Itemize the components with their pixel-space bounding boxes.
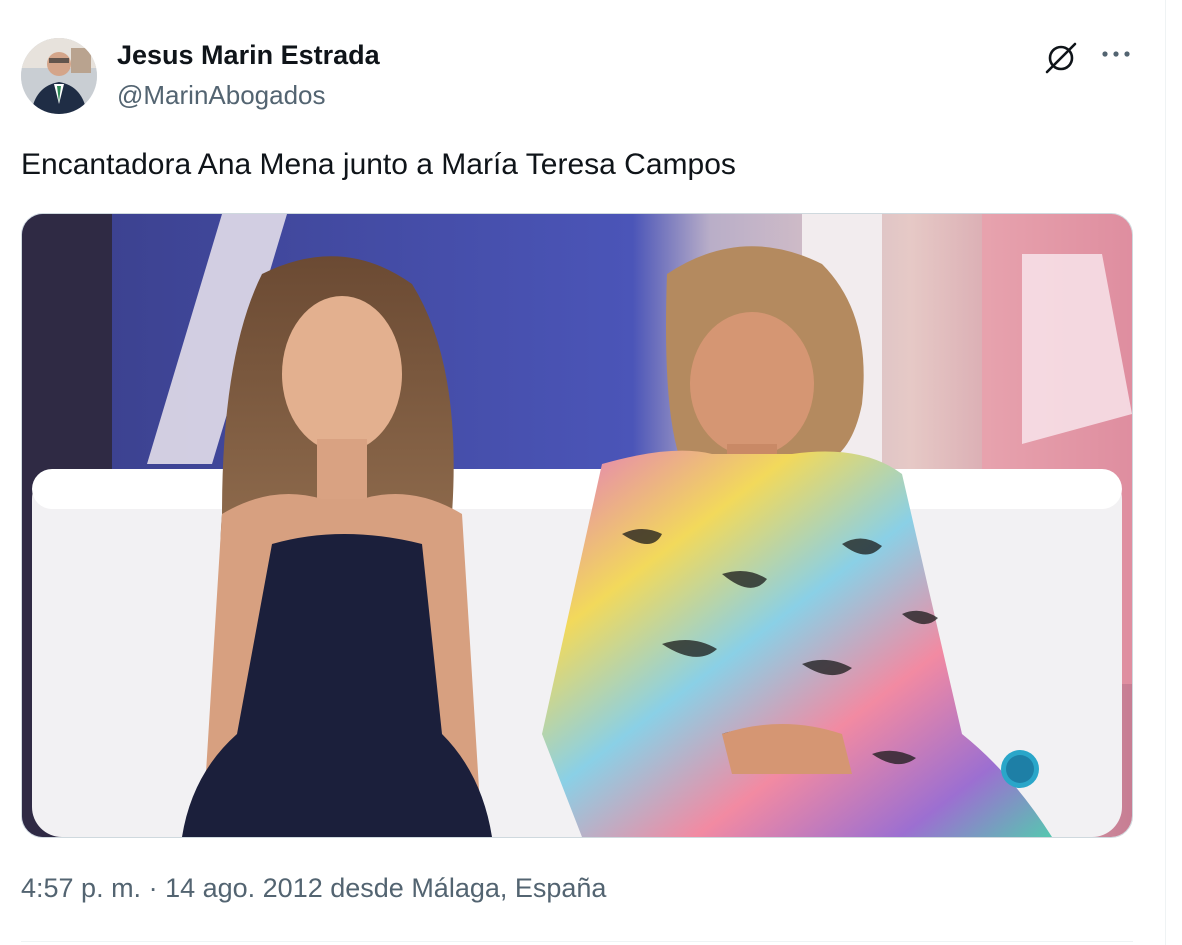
tweet-container: Jesus Marin Estrada @MarinAbogados Encan…	[0, 0, 1166, 945]
tweet-time[interactable]: 4:57 p. m.	[21, 873, 141, 903]
divider	[21, 941, 1133, 942]
author-name[interactable]: Jesus Marin Estrada	[117, 40, 380, 71]
location-prefix: desde	[322, 873, 412, 903]
avatar[interactable]	[21, 38, 97, 114]
photo-image	[22, 214, 1132, 837]
tweet-text: Encantadora Ana Mena junto a María Teres…	[21, 148, 736, 181]
tweet-location[interactable]: Málaga, España	[411, 873, 606, 903]
grok-icon[interactable]	[1043, 40, 1079, 76]
tweet-timestamp: 4:57 p. m. · 14 ago. 2012 desde Málaga, …	[21, 873, 606, 904]
author-handle[interactable]: @MarinAbogados	[117, 80, 326, 111]
tweet-photo[interactable]	[21, 213, 1133, 838]
avatar-image	[21, 38, 97, 114]
timestamp-separator: ·	[141, 873, 166, 903]
tweet-date[interactable]: 14 ago. 2012	[165, 873, 323, 903]
more-icon[interactable]	[1098, 40, 1134, 76]
